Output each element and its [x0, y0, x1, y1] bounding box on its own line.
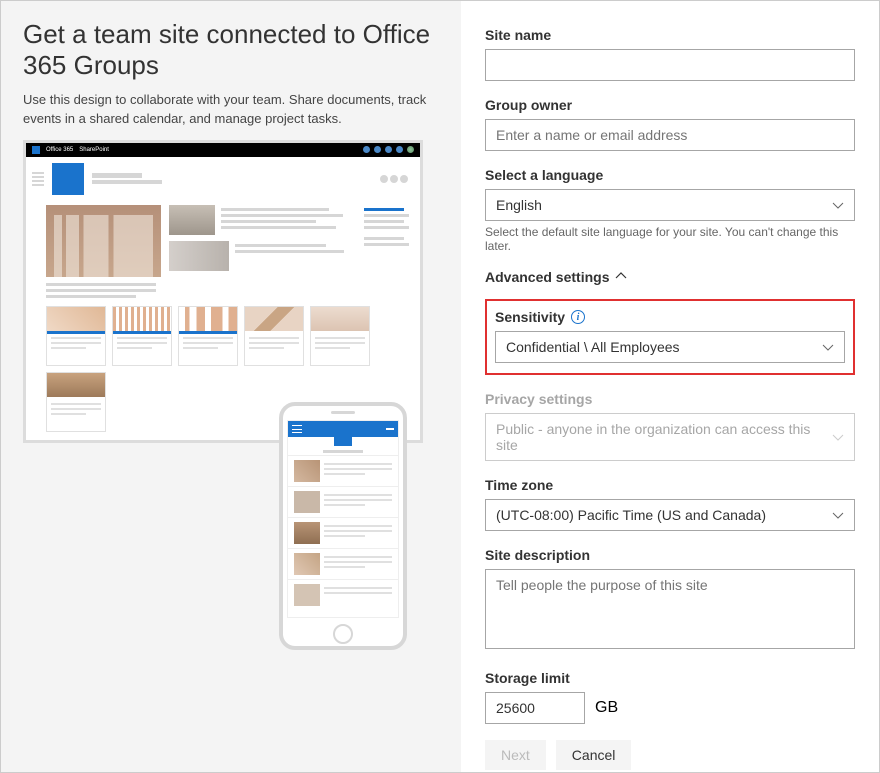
cancel-button[interactable]: Cancel — [556, 740, 632, 770]
site-preview: Office 365 SharePoint — [23, 140, 433, 540]
chevron-down-icon — [832, 199, 844, 211]
preview-sharepoint-label: SharePoint — [79, 147, 109, 153]
panel-title: Get a team site connected to Office 365 … — [23, 19, 439, 81]
waffle-icon — [32, 146, 40, 154]
timezone-select[interactable]: (UTC-08:00) Pacific Time (US and Canada) — [485, 499, 855, 531]
storage-label: Storage limit — [485, 670, 855, 686]
preview-browser: Office 365 SharePoint — [23, 140, 423, 443]
timezone-label: Time zone — [485, 477, 855, 493]
privacy-value: Public - anyone in the organization can … — [496, 421, 832, 453]
language-help: Select the default site language for you… — [485, 225, 855, 253]
storage-input[interactable] — [485, 692, 585, 724]
language-select[interactable]: English — [485, 189, 855, 221]
form-panel: Site name Group owner Select a language … — [461, 1, 879, 772]
description-label: Site description — [485, 547, 855, 563]
language-value: English — [496, 197, 542, 213]
create-site-panel: Get a team site connected to Office 365 … — [0, 0, 880, 773]
sensitivity-value: Confidential \ All Employees — [506, 339, 680, 355]
preview-phone — [279, 402, 407, 650]
privacy-label: Privacy settings — [485, 391, 855, 407]
timezone-value: (UTC-08:00) Pacific Time (US and Canada) — [496, 507, 766, 523]
left-info-panel: Get a team site connected to Office 365 … — [1, 1, 461, 772]
sensitivity-select[interactable]: Confidential \ All Employees — [495, 331, 845, 363]
chevron-down-icon — [832, 509, 844, 521]
storage-unit: GB — [595, 699, 618, 717]
advanced-settings-toggle[interactable]: Advanced settings — [485, 269, 855, 285]
site-name-label: Site name — [485, 27, 855, 43]
next-button[interactable]: Next — [485, 740, 546, 770]
site-name-input[interactable] — [485, 49, 855, 81]
chevron-down-icon — [832, 431, 844, 443]
info-icon[interactable]: i — [571, 310, 585, 324]
panel-description: Use this design to collaborate with your… — [23, 91, 439, 127]
language-label: Select a language — [485, 167, 855, 183]
group-owner-input[interactable] — [485, 119, 855, 151]
sensitivity-label: Sensitivity i — [495, 309, 845, 325]
sensitivity-highlight: Sensitivity i Confidential \ All Employe… — [485, 299, 855, 375]
preview-office-label: Office 365 — [46, 147, 73, 153]
chevron-up-icon — [615, 269, 627, 285]
description-textarea[interactable] — [485, 569, 855, 649]
group-owner-label: Group owner — [485, 97, 855, 113]
privacy-select: Public - anyone in the organization can … — [485, 413, 855, 461]
chevron-down-icon — [822, 341, 834, 353]
